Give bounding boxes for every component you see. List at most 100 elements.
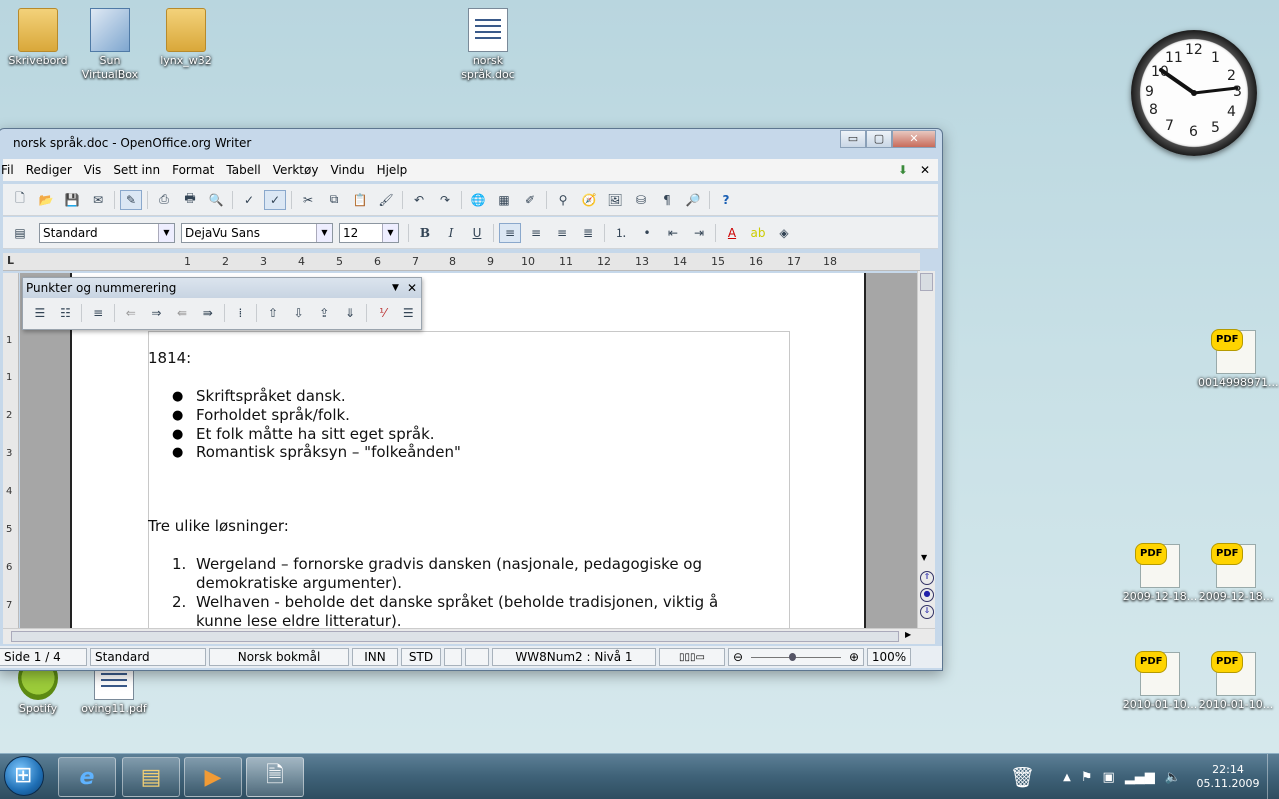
move-up-icon[interactable]: ⇧ [262, 303, 284, 323]
zoom-level[interactable]: 100% [867, 648, 911, 666]
taskbar-explorer-button[interactable]: ▤ [122, 757, 180, 797]
navigator-icon[interactable]: 🧭 [578, 190, 600, 210]
save-icon[interactable]: 💾 [61, 190, 83, 210]
view-layout-selector[interactable]: ▯ ▯▯ ▭ [659, 648, 725, 666]
table-icon[interactable]: ▦ [493, 190, 515, 210]
justify-icon[interactable]: ≣ [577, 223, 599, 243]
page-style-indicator[interactable]: Standard [90, 648, 206, 666]
list-style-icon[interactable]: ≡ [87, 303, 109, 323]
menu-hjelp[interactable]: Hjelp [371, 163, 414, 177]
bullets-numbering-toolbar[interactable]: Punkter og nummerering ▼ ✕ ☰ ☷ ≡ ⇐ ⇒ ⇚ ⇛… [22, 277, 422, 330]
taskbar-mediaplayer-button[interactable]: ▶ [184, 757, 242, 797]
move-down-with-subpoints-icon[interactable]: ⇓ [339, 303, 361, 323]
maximize-button[interactable]: ▢ [866, 130, 892, 148]
background-color-icon[interactable]: ◈ [773, 223, 795, 243]
selection-mode-indicator[interactable]: STD [401, 648, 441, 666]
window-titlebar[interactable]: norsk språk.doc - OpenOffice.org Writer [0, 129, 942, 157]
menu-vindu[interactable]: Vindu [324, 163, 370, 177]
volume-icon[interactable]: 🔈 [1165, 770, 1181, 785]
show-hidden-icons-icon[interactable]: ▲ [1063, 772, 1071, 783]
promote-with-subpoints-icon[interactable]: ⇚ [171, 303, 193, 323]
numbering-off-icon[interactable]: ☷ [55, 303, 77, 323]
undo-icon[interactable]: ↶ [408, 190, 430, 210]
close-button[interactable]: ✕ [892, 130, 936, 148]
bullets-numbering-dialog-icon[interactable]: ☰ [397, 303, 419, 323]
menu-rediger[interactable]: Rediger [20, 163, 78, 177]
bullets-off-icon[interactable]: ☰ [29, 303, 51, 323]
menu-sett-inn[interactable]: Sett inn [107, 163, 166, 177]
autospellcheck-icon[interactable]: ✓ [264, 189, 286, 210]
taskbar-writer-button[interactable]: 🗎 [246, 757, 304, 797]
book-view-icon[interactable]: ▭ [696, 652, 705, 663]
desktop-icon-pdf[interactable]: PDF 2010-01-10... [1122, 651, 1198, 712]
paragraph-style-select[interactable]: Standard ▼ [39, 222, 175, 243]
action-center-flag-icon[interactable]: ⚑ [1081, 770, 1093, 785]
bullet-item[interactable]: Skriftspråket dansk. [196, 387, 346, 405]
spellcheck-icon[interactable]: ✓ [238, 190, 260, 210]
print-preview-icon[interactable]: 🔍 [205, 190, 227, 210]
navigation-icon[interactable]: ● [920, 588, 934, 602]
heading-tre-ulike[interactable]: Tre ulike løsninger: [148, 517, 289, 535]
scroll-down-icon[interactable]: ▼ [921, 553, 927, 562]
desktop-icon-skrivebord[interactable]: Skrivebord [0, 8, 76, 68]
menu-tabell[interactable]: Tabell [220, 163, 266, 177]
move-up-with-subpoints-icon[interactable]: ⇪ [314, 303, 336, 323]
desktop-icon-pdf[interactable]: PDF 2010-01-10... [1198, 651, 1274, 712]
underline-button[interactable]: U [466, 223, 488, 243]
bullet-item[interactable]: Romantisk språksyn – "folkeånden" [196, 443, 461, 461]
toolbar-titlebar[interactable]: Punkter og nummerering ▼ ✕ [23, 278, 421, 298]
increase-indent-icon[interactable]: ⇥ [688, 223, 710, 243]
desktop-icon-lynx[interactable]: lynx_w32 [148, 8, 224, 68]
numbered-item-line[interactable]: demokratiske argumenter). [196, 574, 402, 592]
digital-signature-indicator[interactable] [465, 648, 489, 666]
redo-icon[interactable]: ↷ [434, 190, 456, 210]
previous-page-icon[interactable]: ⇑ [920, 571, 934, 585]
insert-mode-indicator[interactable]: INN [352, 648, 398, 666]
paste-icon[interactable]: 📋 [349, 190, 371, 210]
recycle-bin-icon[interactable]: 🗑 [1010, 765, 1035, 789]
zoom-thumb[interactable] [789, 653, 796, 661]
find-replace-icon[interactable]: ⚲ [552, 190, 574, 210]
zoom-icon[interactable]: 🔎 [682, 190, 704, 210]
update-icon[interactable]: ⬇ [892, 163, 914, 177]
document-modified-indicator[interactable] [444, 648, 462, 666]
export-pdf-icon[interactable]: ⎙ [153, 190, 175, 210]
scroll-thumb[interactable] [11, 631, 899, 642]
edit-mode-icon[interactable]: ✎ [120, 189, 142, 210]
print-icon[interactable]: 🖶 [179, 190, 201, 210]
decrease-indent-icon[interactable]: ⇤ [662, 223, 684, 243]
close-document-icon[interactable]: ✕ [914, 163, 938, 177]
data-sources-icon[interactable]: ⛁ [630, 190, 652, 210]
vertical-scrollbar[interactable]: ▼ ⇑ ● ⇓ [917, 271, 935, 628]
format-paintbrush-icon[interactable]: 🖌 [375, 190, 397, 210]
new-icon[interactable]: 🗋 [9, 190, 31, 210]
close-icon[interactable]: ✕ [407, 281, 417, 295]
demote-with-subpoints-icon[interactable]: ⇛ [197, 303, 219, 323]
start-button[interactable] [4, 756, 44, 796]
email-icon[interactable]: ✉ [87, 190, 109, 210]
bullets-icon[interactable]: • [636, 223, 658, 243]
desktop-icon-virtualbox[interactable]: Sun VirtualBox [72, 8, 148, 82]
numbering-icon[interactable]: ⒈ [610, 223, 632, 243]
insert-unnumbered-entry-icon[interactable]: ⁞ [230, 303, 252, 323]
styles-formatting-icon[interactable]: ▤ [9, 223, 31, 243]
taskbar-ie-button[interactable]: e [58, 757, 116, 797]
copy-icon[interactable]: ⧉ [323, 190, 345, 210]
show-desktop-button[interactable] [1267, 754, 1279, 799]
page-indicator[interactable]: Side 1 / 4 [0, 648, 87, 666]
heading-1814[interactable]: 1814: [148, 349, 191, 367]
horizontal-ruler[interactable]: L 1 2 3 4 5 6 7 8 9 10 11 12 13 14 15 16… [3, 253, 920, 271]
desktop-icon-pdf[interactable]: PDF 2009-12-18... [1198, 543, 1274, 604]
numbered-item-line[interactable]: kunne lese eldre litteratur). [196, 612, 402, 628]
numbered-item-line[interactable]: Welhaven - beholde det danske språket (b… [196, 593, 718, 611]
font-color-icon[interactable]: A [721, 223, 743, 243]
menu-fil[interactable]: Fil [0, 163, 20, 177]
bold-button[interactable]: B [414, 223, 436, 243]
font-name-select[interactable]: DejaVu Sans ▼ [181, 222, 333, 243]
clock-gadget[interactable]: 12 1 2 3 4 5 6 7 8 9 10 11 [1131, 30, 1257, 156]
menu-vis[interactable]: Vis [78, 163, 108, 177]
align-left-icon[interactable]: ≡ [499, 222, 521, 243]
demote-one-level-icon[interactable]: ⇒ [146, 303, 168, 323]
network-icon[interactable]: ▂▄▆ [1125, 770, 1155, 785]
menu-verktoy[interactable]: Verktøy [267, 163, 325, 177]
